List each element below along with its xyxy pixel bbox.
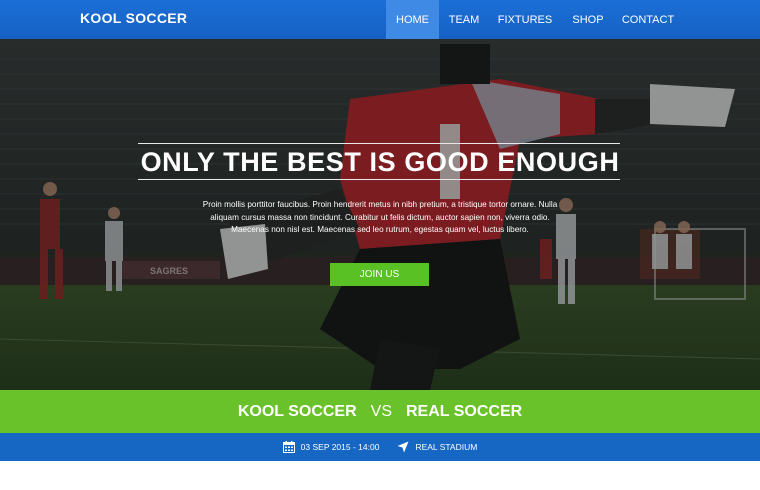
title-rule-top (138, 143, 620, 144)
hero-description: Proin mollis porttitor faucibus. Proin h… (200, 199, 560, 237)
match-info-bar: 03 SEP 2015 - 14:00 REAL STADIUM (0, 433, 760, 461)
versus-label: VS (370, 402, 392, 420)
location-arrow-icon (397, 441, 409, 453)
hero-title: ONLY THE BEST IS GOOD ENOUGH (140, 147, 620, 177)
away-team-name: REAL SOCCER (406, 402, 523, 420)
hero-section: SAGRES ONLY THE BEST IS GOOD ENOUGH Proi… (0, 39, 760, 390)
nav-shop[interactable]: SHOP (561, 0, 615, 39)
page-content-start (0, 461, 760, 490)
nav-team[interactable]: TEAM (439, 0, 489, 39)
match-date: 03 SEP 2015 - 14:00 (282, 441, 380, 453)
join-us-button[interactable]: JOIN US (330, 263, 429, 286)
hero-text-line: aliquam cursus massa non tincidunt. Cura… (210, 212, 550, 222)
next-match-bar: KOOL SOCCER VS REAL SOCCER (0, 390, 760, 433)
brand-logo[interactable]: KOOL SOCCER (80, 10, 187, 26)
nav-home[interactable]: HOME (386, 0, 439, 39)
main-nav: HOME TEAM FIXTURES SHOP CONTACT (386, 0, 681, 39)
nav-contact[interactable]: CONTACT (615, 0, 681, 39)
hero-text-line: Maecenas non nisl est. Maecenas sed leo … (231, 225, 529, 234)
nav-fixtures[interactable]: FIXTURES (489, 0, 561, 39)
match-date-text: 03 SEP 2015 - 14:00 (300, 442, 380, 452)
top-navbar: KOOL SOCCER HOME TEAM FIXTURES SHOP CONT… (0, 0, 760, 39)
home-team-name: KOOL SOCCER (237, 402, 357, 420)
hero-text-line: Proin mollis porttitor faucibus. Proin h… (202, 200, 558, 209)
match-venue-text: REAL STADIUM (415, 442, 478, 452)
title-rule-bottom (138, 179, 620, 180)
match-venue: REAL STADIUM (397, 441, 477, 453)
calendar-icon (282, 441, 295, 453)
